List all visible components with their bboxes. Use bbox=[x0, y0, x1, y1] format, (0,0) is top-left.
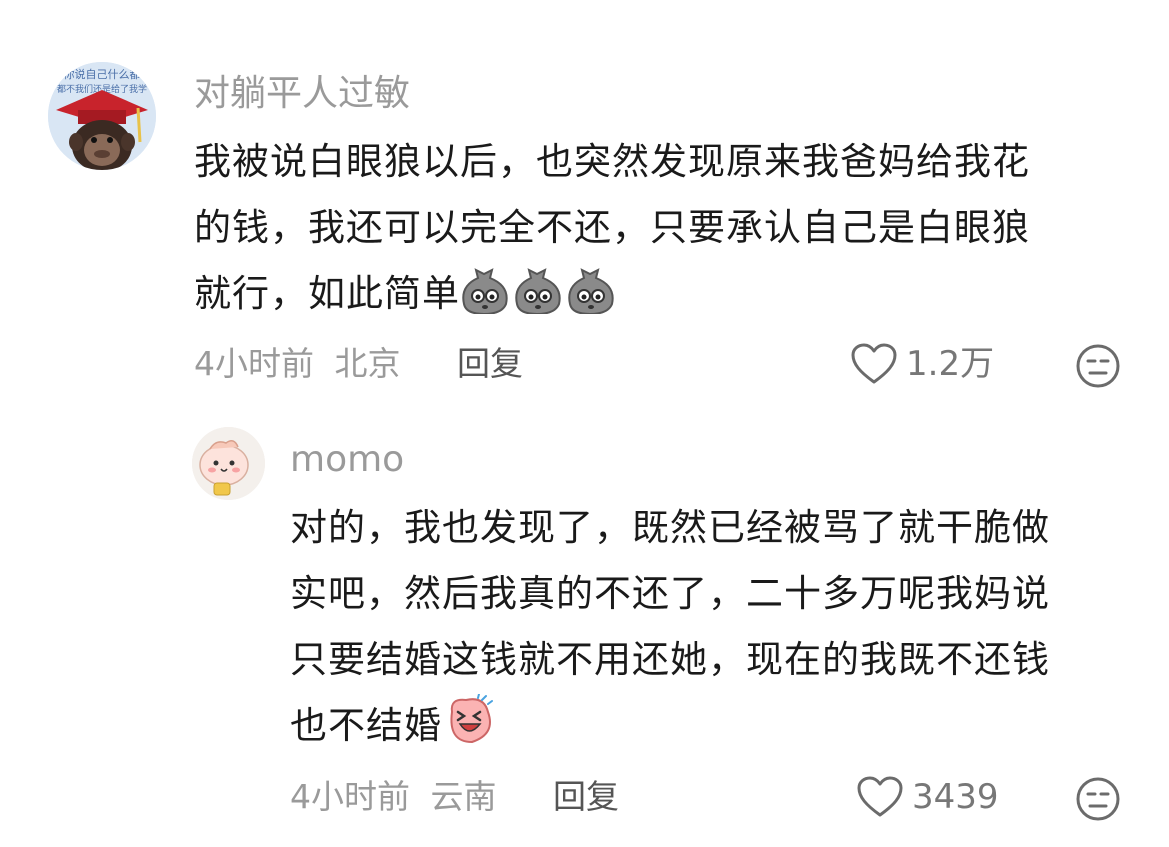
laughing-pink-face-emoji-icon bbox=[444, 693, 496, 767]
comment-text-line: 就行，如此简单 bbox=[194, 261, 1124, 335]
money-bag-emoji-icon bbox=[462, 264, 618, 335]
avatar-watermark-line-1: 你说自己什么都 bbox=[64, 67, 141, 81]
unamused-face-icon bbox=[1076, 344, 1120, 388]
comment-location: 云南 bbox=[430, 777, 497, 816]
like-count: 1.2万 bbox=[906, 344, 995, 384]
username[interactable]: 对躺平人过敏 bbox=[194, 72, 410, 116]
like-button[interactable]: 3439 bbox=[856, 775, 999, 819]
comment-meta: 4小时前 北京 bbox=[194, 344, 401, 384]
user-avatar[interactable] bbox=[192, 427, 265, 500]
user-avatar[interactable]: 你说自己什么都 都不我们还是给了我学 bbox=[48, 62, 156, 170]
comment-text: 对的，我也发现了，既然已经被骂了就干脆做 实吧，然后我真的不还了，二十多万呢我妈… bbox=[290, 495, 1140, 767]
reply-button[interactable]: 回复 bbox=[457, 344, 523, 384]
comment-time: 4小时前 bbox=[194, 344, 314, 383]
comment-text-line: 对的，我也发现了，既然已经被骂了就干脆做 bbox=[290, 506, 1050, 549]
reply-button[interactable]: 回复 bbox=[553, 777, 619, 817]
like-button[interactable]: 1.2万 bbox=[850, 342, 994, 386]
monkey-graduate-avatar-icon: 你说自己什么都 都不我们还是给了我学 bbox=[48, 62, 156, 170]
comment-text-line-text: 也不结婚 bbox=[290, 704, 442, 747]
comment-text-line: 也不结婚 bbox=[290, 693, 1140, 767]
like-count: 3439 bbox=[912, 777, 999, 817]
pink-cartoon-avatar-icon bbox=[192, 427, 265, 500]
dislike-button[interactable] bbox=[1075, 343, 1121, 393]
comment-text-line: 实吧，然后我真的不还了，二十多万呢我妈说 bbox=[290, 572, 1050, 615]
comment-text: 我被说白眼狼以后，也突然发现原来我爸妈给我花 的钱，我还可以完全不还，只要承认自… bbox=[194, 129, 1124, 335]
comment-text-line: 我被说白眼狼以后，也突然发现原来我爸妈给我花 bbox=[194, 140, 1030, 183]
comment-location: 北京 bbox=[334, 344, 401, 383]
comment-text-line: 只要结婚这钱就不用还她，现在的我既不还钱 bbox=[290, 638, 1050, 681]
dislike-button[interactable] bbox=[1075, 776, 1121, 826]
comment-meta: 4小时前 云南 bbox=[290, 777, 497, 817]
heart-icon bbox=[851, 343, 897, 384]
comment-text-line: 的钱，我还可以完全不还，只要承认自己是白眼狼 bbox=[194, 206, 1030, 249]
comment-time: 4小时前 bbox=[290, 777, 410, 816]
username[interactable]: momo bbox=[290, 438, 404, 482]
comment-text-line-text: 就行，如此简单 bbox=[194, 272, 460, 315]
heart-icon bbox=[857, 776, 903, 817]
unamused-face-icon bbox=[1076, 777, 1120, 821]
